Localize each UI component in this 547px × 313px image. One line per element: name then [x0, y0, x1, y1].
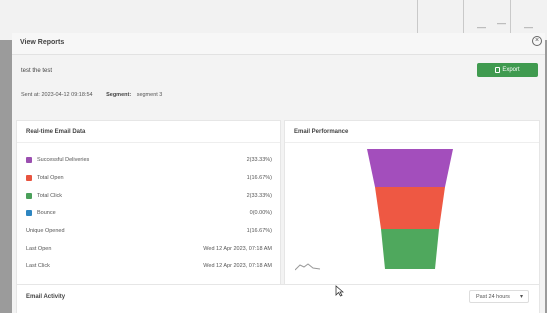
background-dash: — [524, 22, 533, 32]
email-subject: test the test [21, 68, 53, 74]
panel-title: Email Performance [285, 121, 539, 143]
stat-value: 1(16.67%) [246, 227, 272, 234]
subject-row: test the test Export [12, 60, 545, 82]
legend-swatch [26, 174, 32, 181]
close-icon[interactable]: × [532, 36, 542, 46]
stat-value: Wed 12 Apr 2023, 07:18 AM [203, 245, 272, 252]
realtime-email-data-panel: Real-time Email Data Successful Deliveri… [16, 120, 281, 305]
stat-row-bounce: Bounce 0(0.00%) [26, 207, 272, 218]
export-icon [495, 67, 501, 73]
stat-label: Successful Deliveries [37, 156, 90, 163]
legend-swatch [26, 192, 32, 199]
stat-value: 2(33.33%) [246, 156, 272, 163]
background-dash: — [477, 22, 486, 32]
mini-trend-sparkline [295, 263, 321, 271]
performance-funnel-chart [367, 149, 453, 269]
email-performance-panel: Email Performance [284, 120, 540, 305]
stat-label: Last Open [26, 245, 52, 252]
email-activity-panel: Email Activity Past 24 hours ▾ [16, 284, 540, 313]
time-range-value: Past 24 hours [476, 293, 510, 300]
stat-label: Bounce [37, 209, 56, 216]
stat-label: Total Open [37, 174, 64, 181]
legend-swatch [26, 209, 32, 216]
stat-row-deliveries: Successful Deliveries 2(33.33%) [26, 154, 272, 165]
stat-value: 2(33.33%) [246, 192, 272, 199]
stat-label: Unique Opened [26, 227, 65, 234]
stat-label: Last Click [26, 262, 50, 269]
funnel-segment-click [381, 229, 439, 269]
time-range-select[interactable]: Past 24 hours ▾ [469, 290, 529, 303]
funnel-segment-open [375, 187, 445, 229]
export-label: Export [502, 67, 520, 73]
view-reports-modal: View Reports × test the test Export Sent… [12, 33, 545, 313]
panel-title: Real-time Email Data [17, 121, 280, 143]
stat-value: 1(16.67%) [246, 174, 272, 181]
stat-value: 0(0.00%) [249, 209, 272, 216]
stat-row-unique-opened: Unique Opened 1(16.67%) [26, 225, 272, 236]
export-button[interactable]: Export [477, 63, 538, 77]
stat-row-click: Total Click 2(33.33%) [26, 190, 272, 201]
sent-at: Sent at: 2023-04-12 09:18:54 [21, 92, 93, 98]
legend-swatch [26, 156, 32, 163]
modal-header: View Reports × [12, 33, 545, 55]
funnel-segment-deliveries [367, 149, 453, 187]
sparkline-path [295, 263, 321, 271]
stat-row-last-open: Last Open Wed 12 Apr 2023, 07:18 AM [26, 243, 272, 254]
chevron-down-icon: ▾ [519, 294, 523, 300]
stat-label: Total Click [37, 192, 63, 199]
panel-title: Email Activity [26, 294, 66, 300]
stat-row-last-click: Last Click Wed 12 Apr 2023, 07:18 AM [26, 260, 272, 271]
modal-title: View Reports [20, 39, 65, 46]
report-meta: Sent at: 2023-04-12 09:18:54 Segment: se… [21, 92, 162, 98]
stat-value: Wed 12 Apr 2023, 07:18 AM [203, 262, 272, 269]
segment-label: Segment: [106, 92, 132, 98]
segment-value: segment 3 [136, 92, 163, 98]
background-dash: — [497, 18, 506, 28]
stat-row-open: Total Open 1(16.67%) [26, 172, 272, 183]
mouse-cursor-icon [335, 285, 344, 297]
